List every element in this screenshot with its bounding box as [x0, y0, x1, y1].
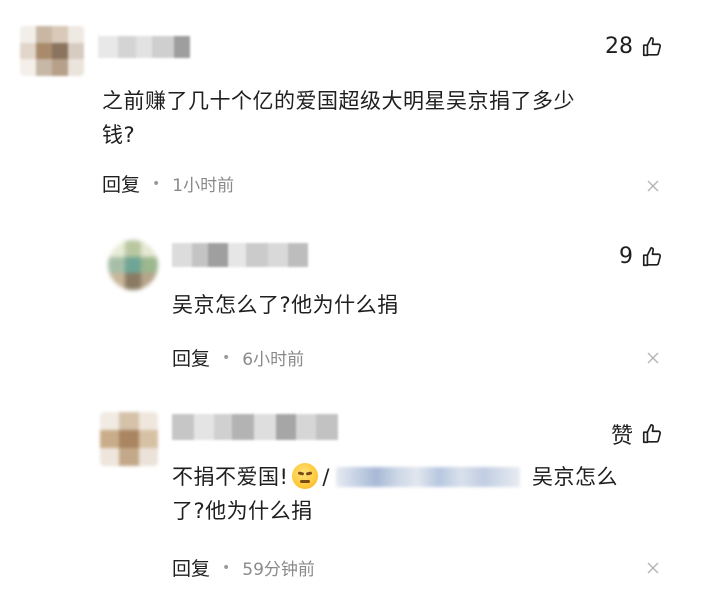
like-button[interactable]: 赞: [611, 418, 663, 450]
reply-button[interactable]: 回复: [172, 554, 210, 581]
close-icon[interactable]: [647, 562, 659, 574]
comment-text: 不捐不爱国! / 吴京怎么 了?他为什么捐: [172, 463, 618, 523]
thumbs-up-icon: [642, 36, 662, 56]
avatar[interactable]: [20, 26, 84, 76]
thumbs-up-icon: [642, 246, 662, 266]
separator-dot: •: [222, 349, 231, 366]
reply-button[interactable]: 回复: [102, 170, 140, 197]
mention-link[interactable]: [336, 467, 520, 487]
like-count: 28: [605, 34, 633, 59]
avatar[interactable]: [100, 412, 158, 466]
reply-button[interactable]: 回复: [172, 344, 210, 371]
thumbs-up-icon: [642, 424, 662, 444]
separator-dot: •: [152, 175, 161, 192]
like-button[interactable]: 28: [605, 34, 663, 59]
like-label: 赞: [610, 424, 633, 449]
username[interactable]: [98, 36, 190, 58]
close-icon[interactable]: [647, 180, 659, 192]
timestamp: 1小时前: [172, 176, 235, 196]
avatar[interactable]: [108, 240, 158, 290]
like-count: 9: [619, 244, 633, 269]
timestamp: 59分钟前: [242, 560, 315, 580]
timestamp: 6小时前: [242, 350, 305, 370]
close-icon[interactable]: [647, 352, 659, 364]
username[interactable]: [172, 414, 338, 440]
username[interactable]: [172, 243, 308, 267]
comment-text: 吴京怎么了?他为什么捐: [172, 293, 399, 317]
comment-text: 之前赚了几十个亿的爱国超级大明星吴京捐了多少 钱?: [102, 89, 575, 147]
angry-face-emoji: [292, 463, 319, 489]
separator-dot: •: [222, 559, 231, 576]
like-button[interactable]: 9: [619, 244, 663, 269]
